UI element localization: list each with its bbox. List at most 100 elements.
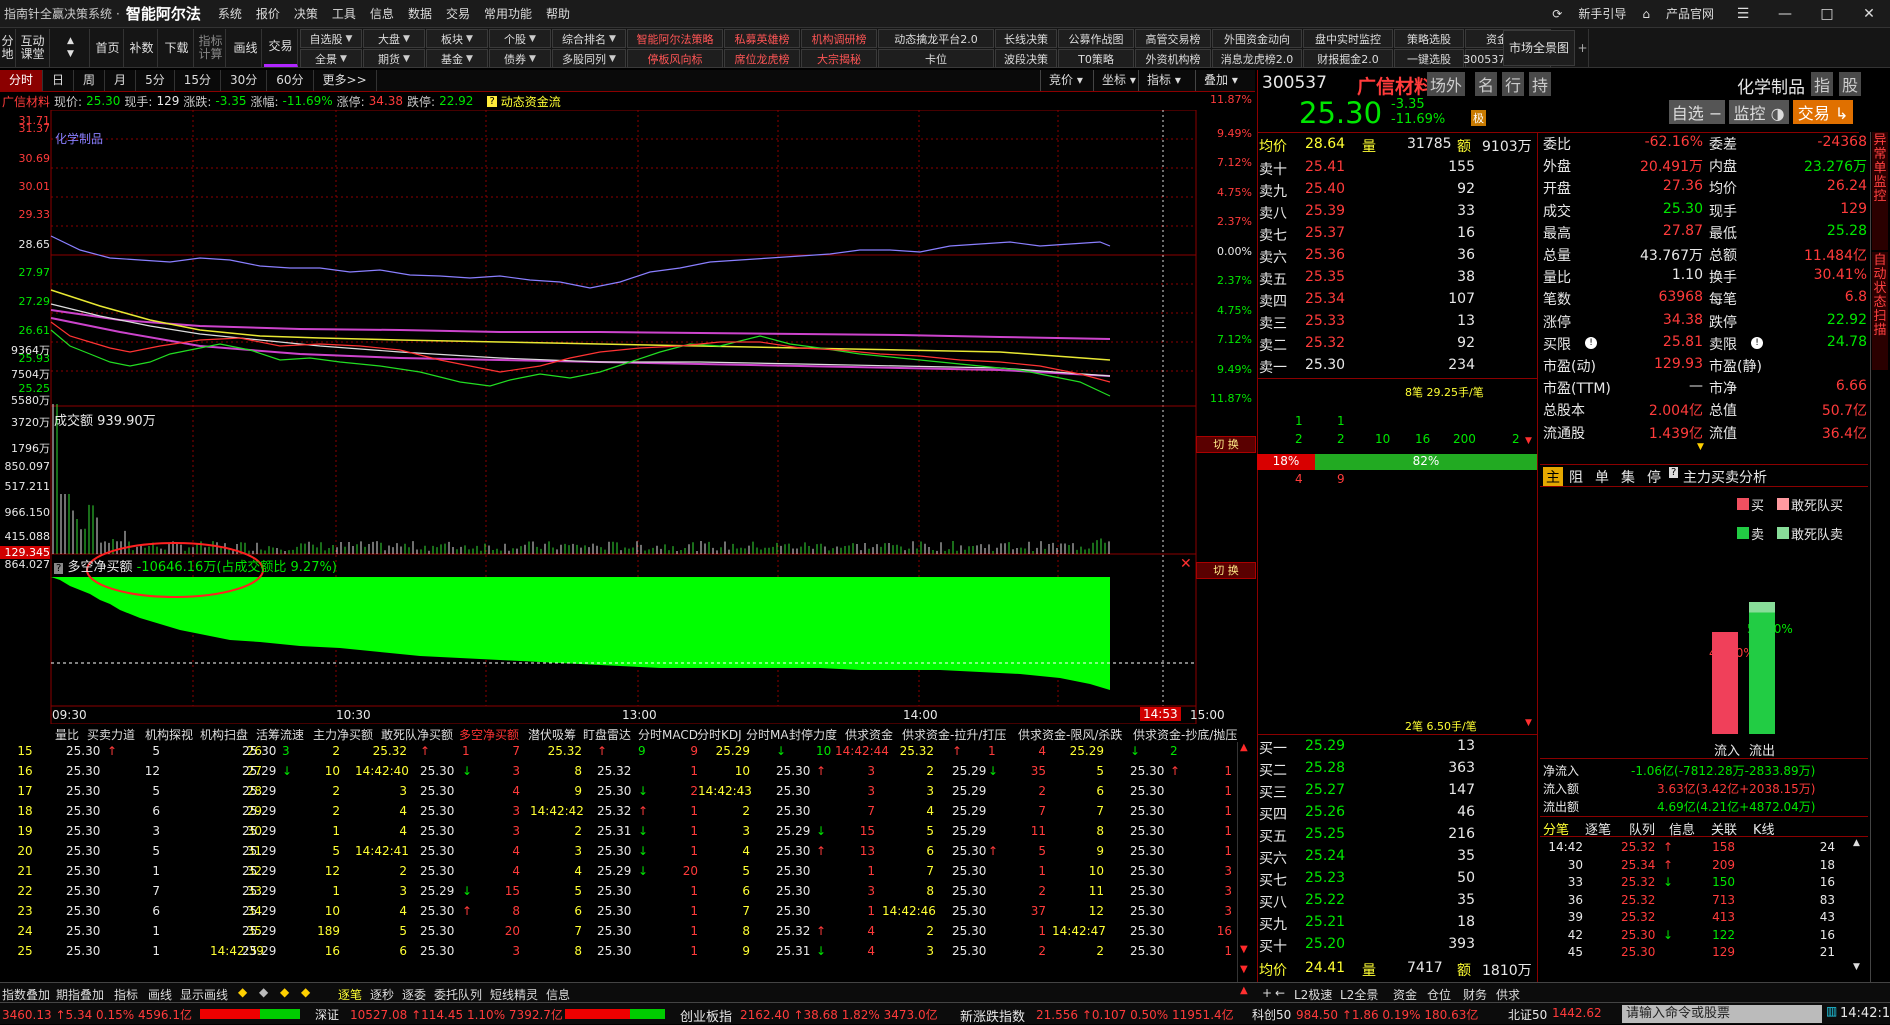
toolbar-row2-item-10[interactable]: T0策略 (1058, 49, 1134, 68)
tab-resist[interactable]: 阻 (1569, 467, 1583, 487)
indicator-table[interactable]: 15 25.30 ↑ 5 26 25.30 3 2 25.32 ↑ 1 7 25.32 ↑ 9 9 25.29 ↓… (0, 742, 1255, 982)
minimize-icon[interactable]: — (1772, 6, 1798, 22)
switch-net-button[interactable]: 切 换 (1196, 562, 1256, 579)
otc-tag[interactable]: 场外 (1427, 72, 1466, 96)
menu-tools[interactable]: 工具 (332, 5, 356, 22)
indicator-tab-6[interactable]: 敢死队净买额 (381, 726, 453, 743)
tab-main[interactable]: 主 (1543, 467, 1563, 487)
table-row[interactable]: 22 25.30 7 33 25.29 1 3 25.29 ↓ 15 5 25.30 1 6 25.30 3 8… (0, 882, 1237, 902)
home-button[interactable]: 首页 (92, 29, 124, 67)
stats-expand-icon[interactable]: ▼ (1697, 442, 1704, 452)
table-row[interactable]: 17 25.30 5 28 25.29 2 3 25.30 4 9 25.30 ↓ 2 14:42:43 2… (0, 782, 1237, 802)
ask-row[interactable]: 卖一 25.30 234 (1257, 355, 1537, 377)
bottom-btn-0[interactable]: 指数叠加 (2, 986, 50, 1003)
bid-row[interactable]: 买九 25.21 18 (1257, 912, 1537, 934)
indicator-tab-7[interactable]: 多空净买额 (459, 726, 519, 743)
close-panel-icon[interactable]: ✕ (1180, 556, 1192, 572)
indicator-tab-12[interactable]: 分时MA (746, 726, 789, 743)
toolbar-row1-item-1[interactable]: 大盘 ▼ (363, 29, 425, 48)
tab-15min[interactable]: 15分 (175, 70, 221, 91)
command-input[interactable]: 请输入命令或股票 (1622, 1005, 1822, 1023)
switch-volume-button[interactable]: 切 换 (1196, 436, 1256, 453)
bottom-btn-1[interactable]: 期指叠加 (56, 986, 104, 1003)
toolbar-row1-item-4[interactable]: 综合排名 ▼ (552, 29, 626, 48)
bottom-right-tab-4[interactable]: 财务 (1463, 986, 1487, 1003)
indicator-tab-17[interactable]: 供求资金-抄底/抛压 (1133, 726, 1237, 743)
bid-row[interactable]: 买五 25.25 216 (1257, 824, 1537, 846)
tab-auction[interactable]: 集 (1621, 467, 1635, 487)
trade-button[interactable]: 交易 (264, 29, 298, 67)
tab-60min[interactable]: 60分 (267, 70, 314, 91)
bottom-right-tab-1[interactable]: L2全景 (1340, 986, 1378, 1003)
intraday-chart[interactable]: 31.71 化学制品 31.37 30.69 30.01 29.33 28.65 27.9… (0, 93, 1256, 724)
bottom-right-tab-5[interactable]: 供求 (1496, 986, 1520, 1003)
table-row[interactable]: 25 25.30 1 14:42:39 25.29 16 6 25.30 3 8 25.30 1 9 25… (0, 942, 1237, 962)
maximize-icon[interactable]: □ (1814, 6, 1840, 22)
bottom-btn-3[interactable]: 画线 (148, 986, 172, 1003)
bottom-btn-2[interactable]: 指标 (114, 986, 138, 1003)
toolbar-row1-item-13[interactable]: 盘中实时监控 (1303, 29, 1393, 48)
menu-help[interactable]: 帮助 (546, 5, 570, 22)
indicator-tab-14[interactable]: 供求资金 (845, 726, 893, 743)
toolbar-row2-item-4[interactable]: 多股同列 ▼ (552, 49, 626, 68)
download-button[interactable]: 下载 (160, 29, 194, 67)
tab-week[interactable]: 周 (74, 70, 106, 91)
expand-icon[interactable]: ▲ (1240, 985, 1248, 996)
diamond-icon[interactable]: ◆ (301, 985, 310, 999)
tab-month[interactable]: 月 (105, 70, 137, 91)
arrow-up-icon[interactable]: ▲ (67, 35, 74, 48)
table-row[interactable]: 18 25.30 6 29 25.29 2 4 25.30 3 14:42:42 25.32 ↑ 1 2 2… (0, 802, 1237, 822)
bottom-right-tab-2[interactable]: 资金 (1393, 986, 1417, 1003)
table-row[interactable]: 20 25.30 5 31 25.29 5 14:42:41 25.30 4 3 25.30 ↓ 1 4 2… (0, 842, 1237, 862)
info-icon[interactable]: ! (1585, 336, 1597, 349)
bid-row[interactable]: 买八 25.22 35 (1257, 890, 1537, 912)
tab-day[interactable]: 日 (43, 70, 75, 91)
table-row[interactable]: 23 25.30 6 34 25.29 10 4 25.30 ↑ 8 6 25.30 1 7 25.30 1 1… (0, 902, 1237, 922)
help-icon[interactable]: ? (1669, 467, 1679, 478)
ask-row[interactable]: 卖七 25.37 16 (1257, 223, 1537, 245)
help-icon[interactable]: ? (54, 563, 64, 574)
indicator-scrollbar[interactable]: ▲ ▼ ▼ (1237, 742, 1253, 982)
indicator-tab-13[interactable]: 封停力度 (789, 726, 837, 743)
toolbar-row1-item-0[interactable]: 自选股 ▼ (300, 29, 362, 48)
monitor-button[interactable]: 监控 ◑ (1729, 100, 1789, 124)
ask-row[interactable]: 卖八 25.39 33 (1257, 201, 1537, 223)
ask-row[interactable]: 卖六 25.36 36 (1257, 245, 1537, 267)
market-panorama-button[interactable]: 市场全景图 (1503, 30, 1575, 66)
scroll-end-icon[interactable]: ▼ (1240, 964, 1248, 975)
tab-30min[interactable]: 30分 (221, 70, 268, 91)
toolbar-row2-item-3[interactable]: 债券 ▼ (489, 49, 551, 68)
bottom-btn-4[interactable]: 显示画线 (180, 986, 228, 1003)
bid-row[interactable]: 买二 25.28 363 (1257, 758, 1537, 780)
tab-5min[interactable]: 5分 (136, 70, 175, 91)
indicator-tab-11[interactable]: 分时KDJ (697, 726, 742, 743)
indicator-tab-9[interactable]: 盯盘雷达 (583, 726, 631, 743)
bottom-tab-5[interactable]: 信息 (546, 986, 570, 1003)
indicator-tab-15[interactable]: 供求资金-拉升/打压 (902, 726, 1006, 743)
dynamic-flow-link[interactable]: 动态资金流 (501, 93, 561, 110)
toolbar-row1-item-8[interactable]: 动态擒龙平台2.0 (878, 29, 994, 48)
indicator-tab-3[interactable]: 机构扫盘 (200, 726, 248, 743)
interactive-class-button[interactable]: 互动 课堂 (16, 29, 50, 67)
toolbar-row1-item-7[interactable]: 机构调研榜 (801, 29, 877, 48)
bid-row[interactable]: 买四 25.26 46 (1257, 802, 1537, 824)
overlay-dropdown[interactable]: 叠加 ▾ (1195, 70, 1246, 91)
tick-scroll-down-icon[interactable]: ▼ (1853, 962, 1860, 972)
toolbar-row2-item-0[interactable]: 全景 ▼ (300, 49, 362, 68)
arrow-down-icon[interactable]: ▼ (67, 48, 74, 61)
indicator-tab-10[interactable]: 分时MACD (638, 726, 698, 743)
auction-dropdown[interactable]: 竞价 ▾ (1040, 70, 1091, 91)
ask-row[interactable]: 卖九 25.40 92 (1257, 179, 1537, 201)
indicator-tab-16[interactable]: 供求资金-限风/杀跌 (1018, 726, 1122, 743)
tab-auto-scan[interactable]: 自动状态扫描 (1872, 252, 1888, 370)
bid-row[interactable]: 买一 25.29 13 (1257, 736, 1537, 758)
tab-stop[interactable]: 停 (1647, 467, 1661, 487)
bid-row[interactable]: 买七 25.23 50 (1257, 868, 1537, 890)
bid-row[interactable]: 买三 25.27 147 (1257, 780, 1537, 802)
indicator-tab-5[interactable]: 主力净买额 (313, 726, 373, 743)
menu-decision[interactable]: 决策 (294, 5, 318, 22)
table-row[interactable]: 15 25.30 ↑ 5 26 25.30 3 2 25.32 ↑ 1 7 25.32 ↑ 9 9 25.29 ↓… (0, 742, 1237, 762)
ask-row[interactable]: 卖三 25.33 13 (1257, 311, 1537, 333)
ask-row[interactable]: 卖四 25.34 107 (1257, 289, 1537, 311)
toolbar-row2-item-12[interactable]: 消息龙虎榜2.0 (1212, 49, 1302, 68)
